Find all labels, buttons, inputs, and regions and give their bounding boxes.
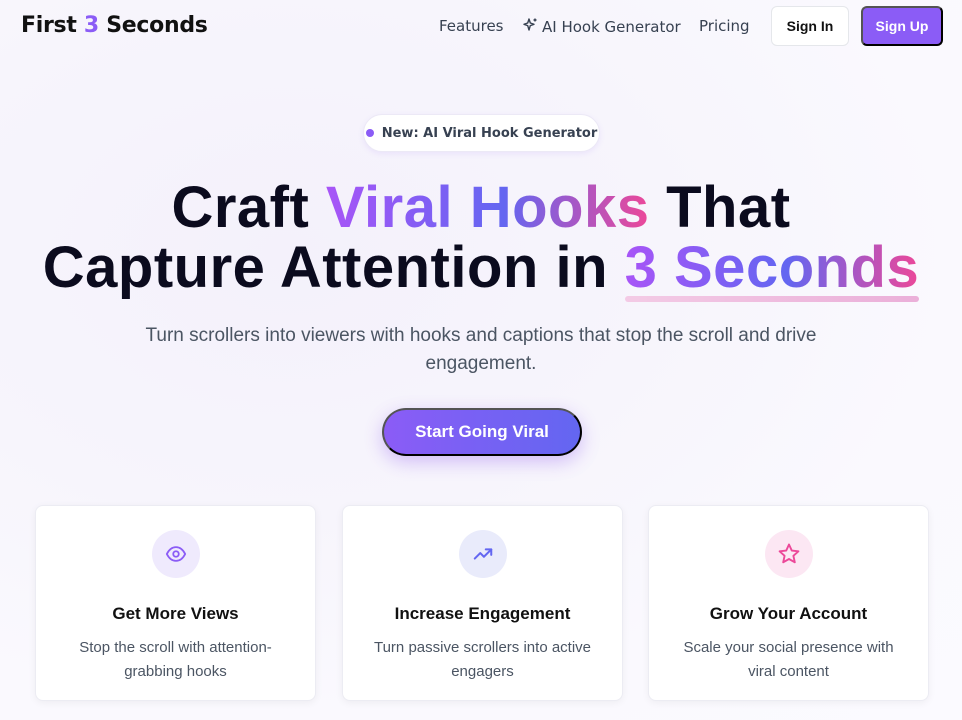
- headline-underline: 3 Seconds: [624, 235, 920, 302]
- sparkles-icon: [522, 17, 538, 37]
- logo-text-seconds: Seconds: [106, 13, 208, 38]
- logo-text-first: First: [21, 13, 77, 38]
- feature-card-views: Get More Views Stop the scroll with atte…: [35, 505, 316, 701]
- sign-in-button[interactable]: Sign In: [771, 6, 849, 46]
- start-going-viral-button[interactable]: Start Going Viral: [382, 408, 582, 456]
- badge-text: New: AI Viral Hook Generator: [381, 125, 598, 141]
- logo-text-accent: 3: [83, 13, 99, 38]
- headline-3-seconds: 3 Seconds: [624, 235, 920, 300]
- feature-card-engagement: Increase Engagement Turn passive scrolle…: [342, 505, 623, 701]
- badge-dot-icon: [365, 129, 374, 137]
- feature-title: Increase Engagement: [394, 604, 571, 623]
- feature-description: Stop the scroll with attention-grabbing …: [79, 639, 272, 680]
- eye-icon: [151, 530, 200, 578]
- announcement-badge[interactable]: New: AI Viral Hook Generator: [363, 114, 600, 152]
- hero-headline: Craft Viral Hooks That Capture Attention…: [0, 175, 962, 302]
- trending-up-icon: [458, 530, 507, 578]
- headline-craft: Craft: [171, 175, 310, 240]
- headline-that: That: [666, 175, 791, 240]
- headline-viral-hooks: Viral Hooks: [325, 175, 650, 240]
- star-icon: [764, 530, 813, 578]
- hero-subtitle: Turn scrollers into viewers with hooks a…: [145, 325, 817, 374]
- nav-link-features[interactable]: Features: [439, 17, 504, 35]
- feature-title: Get More Views: [112, 604, 239, 623]
- nav-link-ai-hook-generator[interactable]: AI Hook Generator: [522, 17, 681, 37]
- logo[interactable]: First 3 Seconds: [21, 13, 208, 38]
- headline-capture-attention: Capture Attention in: [42, 235, 608, 300]
- feature-description: Scale your social presence with viral co…: [683, 639, 894, 680]
- nav-link-ai-hook-generator-label: AI Hook Generator: [542, 18, 681, 36]
- feature-description: Turn passive scrollers into active engag…: [373, 639, 592, 680]
- feature-card-growth: Grow Your Account Scale your social pres…: [648, 505, 929, 701]
- feature-title: Grow Your Account: [709, 604, 868, 623]
- top-navbar: First 3 Seconds Features AI Hook Generat…: [0, 0, 962, 54]
- sign-up-button[interactable]: Sign Up: [861, 6, 943, 46]
- nav-link-pricing[interactable]: Pricing: [699, 17, 750, 35]
